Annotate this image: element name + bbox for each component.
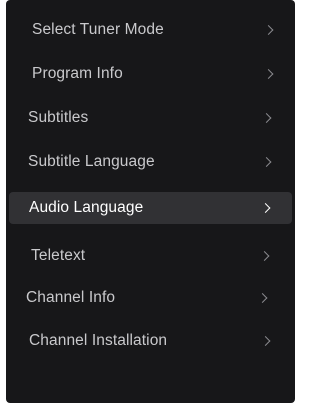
menu-item-channel-installation[interactable]: Channel Installation <box>6 325 295 357</box>
menu-item-subtitle-language[interactable]: Subtitle Language <box>6 146 295 178</box>
menu-item-label: Select Tuner Mode <box>32 21 164 38</box>
menu-item-label: Program Info <box>32 65 123 82</box>
chevron-right-icon <box>261 113 272 123</box>
chevron-right-icon <box>263 69 274 79</box>
menu-item-select-tuner-mode[interactable]: Select Tuner Mode <box>6 14 295 46</box>
tv-options-menu: Select Tuner Mode Program Info Subtitles… <box>6 0 295 403</box>
menu-item-label: Subtitles <box>28 109 89 126</box>
chevron-right-icon <box>261 157 272 167</box>
menu-item-teletext[interactable]: Teletext <box>6 240 295 272</box>
menu-item-program-info[interactable]: Program Info <box>6 58 295 90</box>
menu-item-label: Channel Installation <box>29 332 168 349</box>
menu-item-label: Channel Info <box>26 289 116 306</box>
chevron-right-icon <box>259 251 270 261</box>
menu-item-channel-info[interactable]: Channel Info <box>6 282 295 314</box>
menu-item-label: Teletext <box>31 247 86 264</box>
menu-item-subtitles[interactable]: Subtitles <box>6 102 295 134</box>
menu-item-label: Subtitle Language <box>28 153 155 170</box>
menu-item-label: Audio Language <box>29 199 144 216</box>
chevron-right-icon <box>260 203 271 213</box>
chevron-right-icon <box>257 293 268 303</box>
menu-item-audio-language[interactable]: Audio Language <box>9 192 292 224</box>
chevron-right-icon <box>260 336 271 346</box>
chevron-right-icon <box>263 25 274 35</box>
